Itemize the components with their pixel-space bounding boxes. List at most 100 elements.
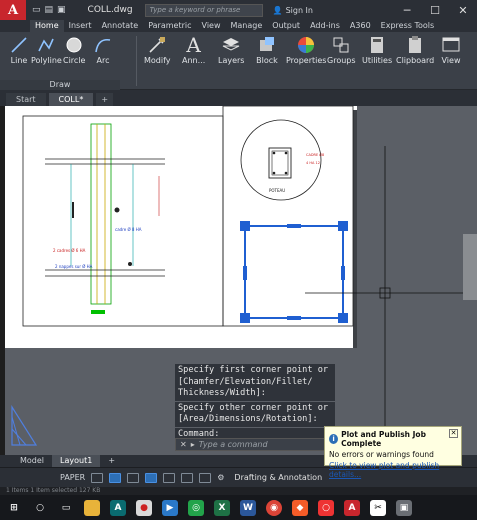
save-icon[interactable]: ▣	[57, 5, 66, 15]
command-input[interactable]: ✕ ▸ Type a command	[175, 438, 335, 451]
polyline-tool-button[interactable]: Polyline	[31, 34, 62, 65]
osnap-icon[interactable]	[163, 472, 176, 483]
annotation-tool-button[interactable]: A Ann...	[182, 33, 205, 65]
tab-insert[interactable]: Insert	[64, 20, 97, 32]
browser-icon[interactable]: ○	[318, 499, 334, 516]
autocad-red-icon[interactable]: A	[344, 499, 360, 516]
autocad-taskbar-icon[interactable]: A	[110, 499, 126, 516]
app-icon-extra[interactable]: ▣	[396, 499, 412, 516]
view-icon	[440, 34, 462, 56]
layers-tool-button[interactable]: Layers	[218, 34, 244, 65]
tab-output[interactable]: Output	[267, 20, 305, 32]
grip-bottom-mid[interactable]	[287, 316, 301, 320]
properties-tool-button[interactable]: Properties	[286, 34, 326, 65]
polyline-icon	[35, 34, 57, 56]
close-command-line-icon[interactable]: ✕	[180, 440, 187, 449]
tab-layout1[interactable]: Layout1	[52, 455, 101, 467]
lineweight-icon[interactable]	[181, 472, 194, 483]
arc-icon	[92, 34, 114, 56]
media-icon[interactable]: ▶	[162, 499, 178, 516]
new-tab-button[interactable]: +	[96, 93, 114, 106]
file-explorer-icon[interactable]	[84, 499, 100, 516]
tab-home[interactable]: Home	[30, 20, 64, 32]
space-toggle[interactable]: PAPER	[60, 473, 85, 482]
document-tabs: Start COLL* +	[0, 90, 477, 106]
svg-text:2 nappes sur Ø HA: 2 nappes sur Ø HA	[55, 264, 93, 269]
command-prompt-icon: ▸	[190, 440, 195, 449]
excel-icon[interactable]: X	[214, 499, 230, 516]
tab-parametric[interactable]: Parametric	[143, 20, 196, 32]
modify-tool-button[interactable]: Modify	[144, 34, 171, 65]
sign-in-button[interactable]: 👤 Sign In	[273, 6, 313, 15]
line-tool-button[interactable]: Line	[8, 34, 30, 65]
snap-icon[interactable]	[109, 472, 122, 483]
section-caption: POTEAU	[269, 188, 285, 193]
properties-icon	[295, 34, 317, 56]
annotation-scale-icon[interactable]	[199, 472, 212, 483]
ucs-icon	[8, 404, 38, 452]
grip-top-left[interactable]	[240, 221, 250, 231]
view-tool-button[interactable]: View	[440, 34, 462, 65]
tab-annotate[interactable]: Annotate	[97, 20, 144, 32]
svg-text:2 cadres Ø 6 HA: 2 cadres Ø 6 HA	[53, 248, 86, 253]
chat-icon[interactable]: ◎	[188, 499, 204, 516]
grip-bottom-right[interactable]	[338, 313, 348, 323]
search-input[interactable]: Type a keyword or phrase	[144, 3, 263, 17]
grip-top-mid[interactable]	[287, 224, 301, 228]
notification-close-button[interactable]: ✕	[449, 429, 458, 438]
grip-bottom-left[interactable]	[240, 313, 250, 323]
add-layout-button[interactable]: +	[100, 455, 123, 467]
grip-left-mid[interactable]	[243, 266, 247, 280]
tab-manage[interactable]: Manage	[226, 20, 268, 32]
application-menu-button[interactable]: A	[0, 0, 26, 21]
annotation-icon: A	[186, 33, 201, 57]
grip-right-mid[interactable]	[341, 266, 345, 280]
window-controls: ─ ☐ ✕	[393, 0, 477, 20]
tab-addins[interactable]: Add-ins	[305, 20, 345, 32]
block-tool-button[interactable]: Block	[256, 34, 278, 65]
tab-express-tools[interactable]: Express Tools	[376, 20, 440, 32]
status-line: 1 Items 1 Item selected 127 KB	[0, 487, 477, 495]
circle-tool-button[interactable]: Circle	[63, 34, 85, 65]
info-icon: i	[329, 434, 339, 444]
command-history: Specify first corner point or [Chamfer/E…	[175, 364, 335, 442]
svg-text:4 HA 12: 4 HA 12	[306, 161, 320, 165]
groups-tool-button[interactable]: Groups	[327, 34, 356, 65]
paint-icon[interactable]: ●	[136, 499, 152, 516]
notification-link[interactable]: Click to view plot and publish details..…	[329, 461, 457, 479]
document-title: COLL.dwg	[87, 5, 133, 15]
new-file-icon[interactable]: ▭	[32, 5, 41, 15]
gear-icon[interactable]: ⚙	[217, 473, 224, 482]
user-icon: 👤	[272, 5, 283, 15]
vertical-scroll-handle[interactable]	[463, 234, 477, 300]
grid-icon[interactable]	[91, 472, 104, 483]
arc-tool-button[interactable]: Arc	[92, 34, 114, 65]
clipboard-icon	[404, 34, 426, 56]
close-button[interactable]: ✕	[449, 0, 477, 20]
windows-start-icon[interactable]: ⊞	[6, 500, 22, 516]
plot-publish-notification[interactable]: i Plot and Publish Job Complete ✕ No err…	[324, 426, 462, 479]
open-file-icon[interactable]: ▤	[45, 5, 54, 15]
tab-coll[interactable]: COLL*	[48, 93, 94, 106]
minimize-button[interactable]: ─	[393, 0, 421, 20]
clipboard-tool-button[interactable]: Clipboard	[396, 34, 434, 65]
grip-top-right[interactable]	[338, 221, 348, 231]
tab-start[interactable]: Start	[6, 93, 46, 106]
capcut-icon[interactable]: ✂	[370, 499, 386, 516]
ortho-icon[interactable]	[127, 472, 140, 483]
search-icon[interactable]: ○	[32, 500, 48, 516]
tab-a360[interactable]: A360	[345, 20, 376, 32]
polar-icon[interactable]	[145, 472, 158, 483]
utilities-tool-button[interactable]: Utilities	[362, 34, 392, 65]
tab-model[interactable]: Model	[12, 455, 52, 467]
workspace-switcher[interactable]: Drafting & Annotation	[234, 473, 322, 482]
task-view-icon[interactable]: ▭	[58, 500, 74, 516]
draw-panel-label[interactable]: Draw	[0, 80, 120, 90]
modify-icon	[146, 34, 168, 56]
ribbon-separator	[136, 36, 137, 86]
maximize-button[interactable]: ☐	[421, 0, 449, 20]
tab-view[interactable]: View	[197, 20, 226, 32]
chrome-icon[interactable]: ◉	[266, 499, 282, 516]
word-icon[interactable]: W	[240, 499, 256, 516]
brave-icon[interactable]: ◆	[292, 499, 308, 516]
